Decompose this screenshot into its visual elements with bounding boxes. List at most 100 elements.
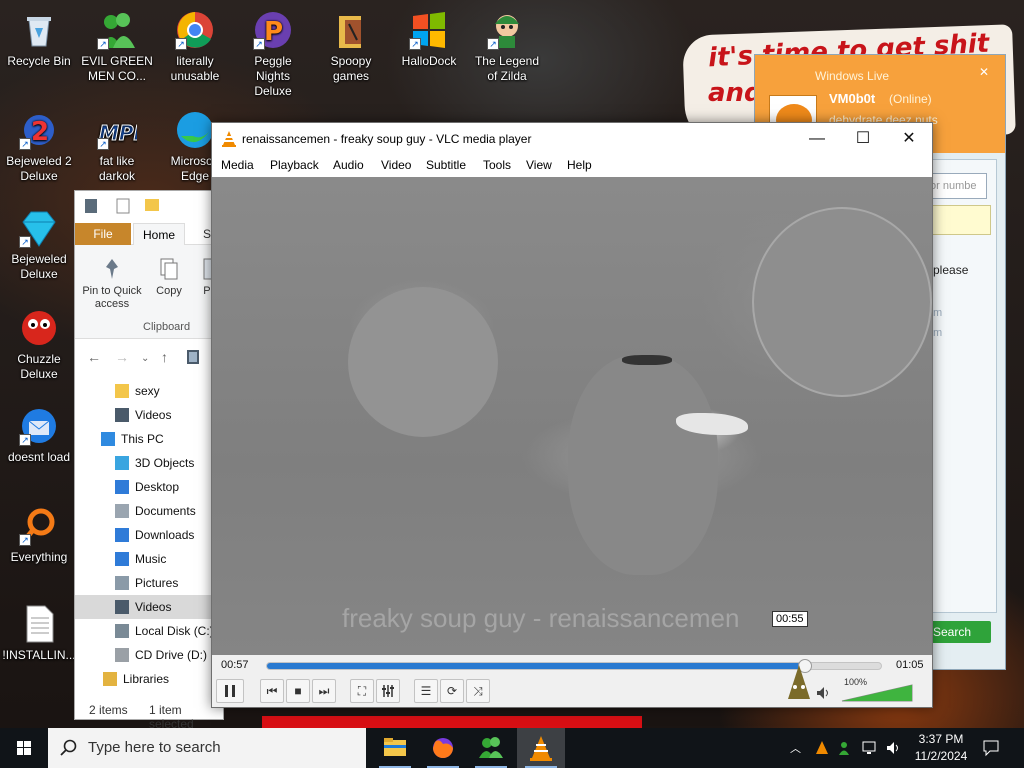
desktop-icon-peggle[interactable]: P ↗ Peggle Nights Deluxe xyxy=(236,4,310,99)
tree-item[interactable]: Videos xyxy=(75,595,225,619)
loop-button[interactable]: ⟳ xyxy=(440,679,464,703)
pin-icon xyxy=(106,259,118,279)
quick-access-icons xyxy=(85,198,159,214)
speaker-icon[interactable] xyxy=(886,740,902,756)
messenger-status[interactable]: (Online) xyxy=(889,92,932,106)
tree-item[interactable]: CD Drive (D:) xyxy=(75,643,225,667)
taskbar-search-box[interactable]: Type here to search xyxy=(48,728,366,768)
pause-button[interactable] xyxy=(216,679,244,703)
vlc-tray-icon[interactable] xyxy=(814,740,830,756)
ribbon-group-label: Clipboard xyxy=(143,321,191,333)
shuffle-button[interactable]: ⤨ xyxy=(466,679,490,703)
tree-item[interactable]: This PC xyxy=(75,427,225,451)
taskbar-firefox[interactable] xyxy=(419,728,467,768)
everything-icon: ↗ xyxy=(19,506,59,546)
desktop-icon-evil-green-men[interactable]: ↗ EVIL GREEN MEN CO... xyxy=(80,4,154,84)
folder-icon xyxy=(115,384,129,398)
stop-button[interactable]: ■ xyxy=(286,679,310,703)
menu-audio[interactable]: Audio xyxy=(333,158,364,172)
desktop-icon-chuzzle[interactable]: Chuzzle Deluxe xyxy=(2,302,76,382)
videos-icon xyxy=(115,600,129,614)
taskbar-clock[interactable]: 3:37 PM 11/2/2024 xyxy=(908,731,974,765)
menu-view[interactable]: View xyxy=(526,158,552,172)
chevron-down-icon[interactable]: ⌄ xyxy=(141,353,149,364)
fullscreen-button[interactable]: ⛶ xyxy=(350,679,374,703)
tab-home[interactable]: Home xyxy=(133,223,185,246)
desktop-icon-installing-file[interactable]: !INSTALLIN... xyxy=(2,598,76,663)
tree-item[interactable]: Libraries xyxy=(75,667,225,691)
desktop-icon-bejeweled-2[interactable]: 2 ↗ Bejeweled 2 Deluxe xyxy=(2,104,76,184)
shortcut-arrow-icon: ↗ xyxy=(253,38,265,50)
file-explorer-window[interactable]: File Home Sh Pin to Quick access Copy Pa… xyxy=(74,190,225,731)
desktop-icon-fat-like-darkok[interactable]: MPL ↗ fat like darkok xyxy=(80,104,154,184)
close-button[interactable]: ✕ xyxy=(886,123,932,155)
network-icon[interactable] xyxy=(862,740,878,756)
minimize-button[interactable]: — xyxy=(794,123,840,155)
elapsed-time[interactable]: 00:57 xyxy=(221,659,249,671)
desktop-icon-recycle-bin[interactable]: Recycle Bin xyxy=(2,4,76,69)
tree-item-label: Videos xyxy=(135,600,172,614)
desktop-icon-label: Spoopy games xyxy=(330,54,372,83)
taskbar-vlc[interactable] xyxy=(517,728,565,768)
desktop-icon-hallodock[interactable]: ↗ HalloDock xyxy=(392,4,466,69)
desktop-icon-legend-of-zilda[interactable]: ↗ The Legend of Zilda xyxy=(470,4,544,84)
start-button[interactable] xyxy=(0,728,48,768)
menu-media[interactable]: Media xyxy=(221,158,254,172)
tab-file[interactable]: File xyxy=(75,223,131,245)
extended-settings-button[interactable] xyxy=(376,679,400,703)
forward-arrow-icon[interactable]: → xyxy=(115,349,129,365)
tree-item[interactable]: Documents xyxy=(75,499,225,523)
messenger-tray-icon[interactable] xyxy=(838,740,854,756)
tree-item[interactable]: Local Disk (C:) xyxy=(75,619,225,643)
maximize-button[interactable]: ☐ xyxy=(840,123,886,155)
previous-button[interactable]: ⏮ xyxy=(260,679,284,703)
desktop-icon-bejeweled-deluxe[interactable]: ↗ Bejeweled Deluxe xyxy=(2,202,76,282)
next-button[interactable]: ⏭ xyxy=(312,679,336,703)
copy-button[interactable]: Copy xyxy=(149,257,189,298)
recycle-bin-icon xyxy=(19,10,59,50)
tree-item[interactable]: Desktop xyxy=(75,475,225,499)
pin-to-quick-access-button[interactable]: Pin to Quick access xyxy=(81,257,143,311)
video-display[interactable]: freaky soup guy - renaissancemen 00:55 xyxy=(212,177,932,655)
desktop-icon-spoopy-games[interactable]: Spoopy games xyxy=(314,4,388,84)
tree-item[interactable]: Downloads xyxy=(75,523,225,547)
vlc-icon xyxy=(530,736,552,761)
desktop-icon-chrome[interactable]: ↗ literally unusable xyxy=(158,4,232,84)
shortcut-arrow-icon: ↗ xyxy=(97,38,109,50)
menu-subtitle[interactable]: Subtitle xyxy=(426,158,466,172)
tree-item[interactable]: Music xyxy=(75,547,225,571)
next-icon: ⏭ xyxy=(318,684,330,698)
pause-icon xyxy=(225,685,235,697)
messenger-title: Windows Live xyxy=(815,69,890,83)
up-arrow-icon[interactable]: ↑ xyxy=(161,349,168,365)
menu-tools[interactable]: Tools xyxy=(483,158,511,172)
menu-playback[interactable]: Playback xyxy=(270,158,319,172)
tree-item[interactable]: sexy xyxy=(75,379,225,403)
vlc-title-bar[interactable]: renaissancemen - freaky soup guy - VLC m… xyxy=(212,123,932,155)
menu-video[interactable]: Video xyxy=(381,158,411,172)
notification-icon[interactable] xyxy=(982,739,1000,757)
volume-icon[interactable] xyxy=(816,685,832,701)
messenger-search-button[interactable]: Search xyxy=(927,621,991,643)
show-hidden-icons-icon[interactable]: ︿ xyxy=(790,740,801,756)
taskbar: Type here to search ︿ 3:37 PM 11/2/2024 xyxy=(0,728,1024,768)
back-arrow-icon[interactable]: ← xyxy=(87,349,101,365)
menu-help[interactable]: Help xyxy=(567,158,592,172)
desktop-icon-thunderbird[interactable]: ↗ doesnt load xyxy=(2,400,76,465)
tree-item[interactable]: Pictures xyxy=(75,571,225,595)
messenger-close-button[interactable]: ✕ xyxy=(979,65,989,79)
taskbar-file-explorer[interactable] xyxy=(371,728,419,768)
playlist-button[interactable]: ☰ xyxy=(414,679,438,703)
svg-text:P: P xyxy=(264,17,283,47)
this-pc-icon xyxy=(101,432,115,446)
vlc-window-title: renaissancemen - freaky soup guy - VLC m… xyxy=(242,132,532,146)
vlc-window[interactable]: renaissancemen - freaky soup guy - VLC m… xyxy=(211,122,933,708)
playlist-icon: ☰ xyxy=(420,684,432,698)
tree-item[interactable]: Videos xyxy=(75,403,225,427)
volume-slider[interactable] xyxy=(840,683,914,703)
total-time[interactable]: 01:05 xyxy=(896,659,924,671)
taskbar-messenger[interactable] xyxy=(467,728,515,768)
tree-item[interactable]: 3D Objects xyxy=(75,451,225,475)
desktop-icon-everything[interactable]: ↗ Everything xyxy=(2,500,76,565)
messenger-search-input[interactable]: or numbe xyxy=(925,173,987,199)
